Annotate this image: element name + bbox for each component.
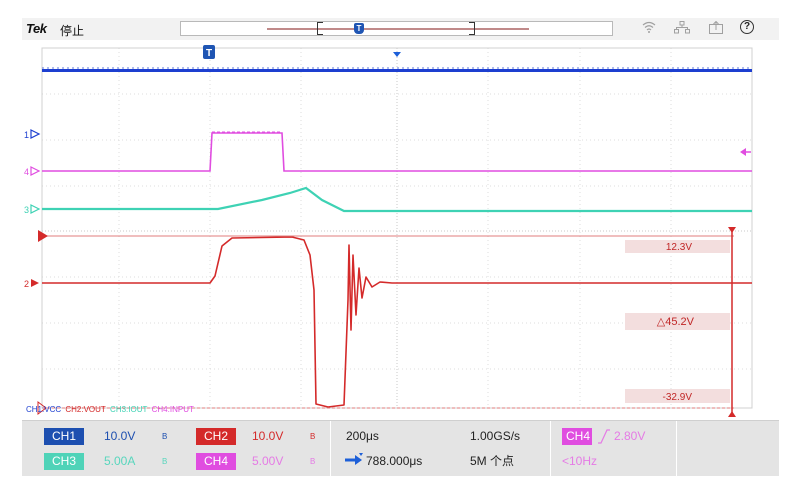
top-bar: Tek 停止 T ? <box>22 18 779 40</box>
help-icon[interactable]: ? <box>740 20 754 34</box>
ch3-bandwidth-icon: B <box>162 457 168 466</box>
position-arrow-icon <box>344 453 364 470</box>
ch1-scale[interactable]: 10.0V <box>104 428 135 445</box>
trigger-level-marker <box>740 148 751 156</box>
ch1-marker: 1 <box>24 129 41 140</box>
sample-rate[interactable]: 1.00GS/s <box>470 428 520 445</box>
ch2-scale[interactable]: 10.0V <box>252 428 283 445</box>
network-icon[interactable] <box>674 21 690 37</box>
ch1-button[interactable]: CH1 <box>44 428 84 445</box>
run-status[interactable]: 停止 <box>60 22 84 39</box>
legend-ch3: CH3:IOUT <box>110 405 148 414</box>
waveform-display[interactable]: T 12.3V △45.2V -32.9V 1 4 3 2 CH1:VCC CH… <box>22 40 779 418</box>
svg-text:-32.9V: -32.9V <box>663 392 693 403</box>
channel-legend: CH1:VCC CH2:VOUT CH3:IOUT CH4:INPUT <box>26 405 196 414</box>
export-icon[interactable] <box>709 20 723 37</box>
trigger-level[interactable]: 2.80V <box>614 428 645 445</box>
ch2-button[interactable]: CH2 <box>196 428 236 445</box>
ch3-marker: 3 <box>24 204 41 215</box>
svg-text:12.3V: 12.3V <box>666 242 692 253</box>
legend-ch2: CH2:VOUT <box>65 405 106 414</box>
ch1-waveform <box>42 67 752 72</box>
rising-edge-icon <box>597 428 611 450</box>
ch4-scale[interactable]: 5.00V <box>252 453 283 470</box>
timebase-scale[interactable]: 200μs <box>346 428 379 445</box>
ch2-cursor-marker <box>38 230 48 242</box>
wifi-icon[interactable] <box>642 21 656 36</box>
trigger-source-button[interactable]: CH4 <box>562 428 592 445</box>
ch4-bandwidth-icon: B <box>310 457 316 466</box>
trigger-t-marker: T <box>203 45 215 59</box>
record-length[interactable]: 5M 个点 <box>470 453 514 470</box>
position-value: 788.000μs <box>366 454 423 468</box>
trigger-position-marker <box>393 52 401 57</box>
ch1-bandwidth-icon: B <box>162 432 168 441</box>
svg-text:1: 1 <box>24 130 29 140</box>
cursor-lower-readout: -32.9V <box>625 389 730 403</box>
ch4-marker: 4 <box>24 166 41 177</box>
divider <box>550 421 551 477</box>
settings-bar: CH1 10.0V B CH2 10.0V B CH3 5.00A B CH4 … <box>22 420 779 477</box>
divider <box>676 421 677 477</box>
oscilloscope-frame: Tek 停止 T ? T 12.3V △45.2V -32.9V 1 4 3 2… <box>22 18 779 477</box>
record-trigger-marker: T <box>354 23 364 34</box>
record-view-right-bracket <box>469 22 475 35</box>
svg-text:4: 4 <box>24 167 29 177</box>
svg-text:△45.2V: △45.2V <box>657 316 695 328</box>
ch3-button[interactable]: CH3 <box>44 453 84 470</box>
cursor-delta-readout: △45.2V <box>625 313 730 330</box>
record-waveform <box>267 28 529 30</box>
cursor-upper-readout: 12.3V <box>625 240 730 253</box>
divider <box>330 421 331 477</box>
ch2-bandwidth-icon: B <box>310 432 316 441</box>
svg-text:3: 3 <box>24 205 29 215</box>
horizontal-position[interactable]: 788.000μs <box>344 453 422 470</box>
brand-logo: Tek <box>26 21 47 36</box>
record-view-left-bracket <box>317 22 323 35</box>
ch3-scale[interactable]: 5.00A <box>104 453 135 470</box>
graticule-center <box>42 48 752 408</box>
svg-text:T: T <box>206 48 212 59</box>
ch2-marker: 2 <box>24 279 39 289</box>
trigger-frequency: <10Hz <box>562 454 598 468</box>
record-view[interactable]: T <box>180 21 613 36</box>
svg-text:2: 2 <box>24 279 29 289</box>
legend-ch4: CH4:INPUT <box>151 405 194 414</box>
ch4-button[interactable]: CH4 <box>196 453 236 470</box>
legend-ch1: CH1:VCC <box>26 405 62 414</box>
